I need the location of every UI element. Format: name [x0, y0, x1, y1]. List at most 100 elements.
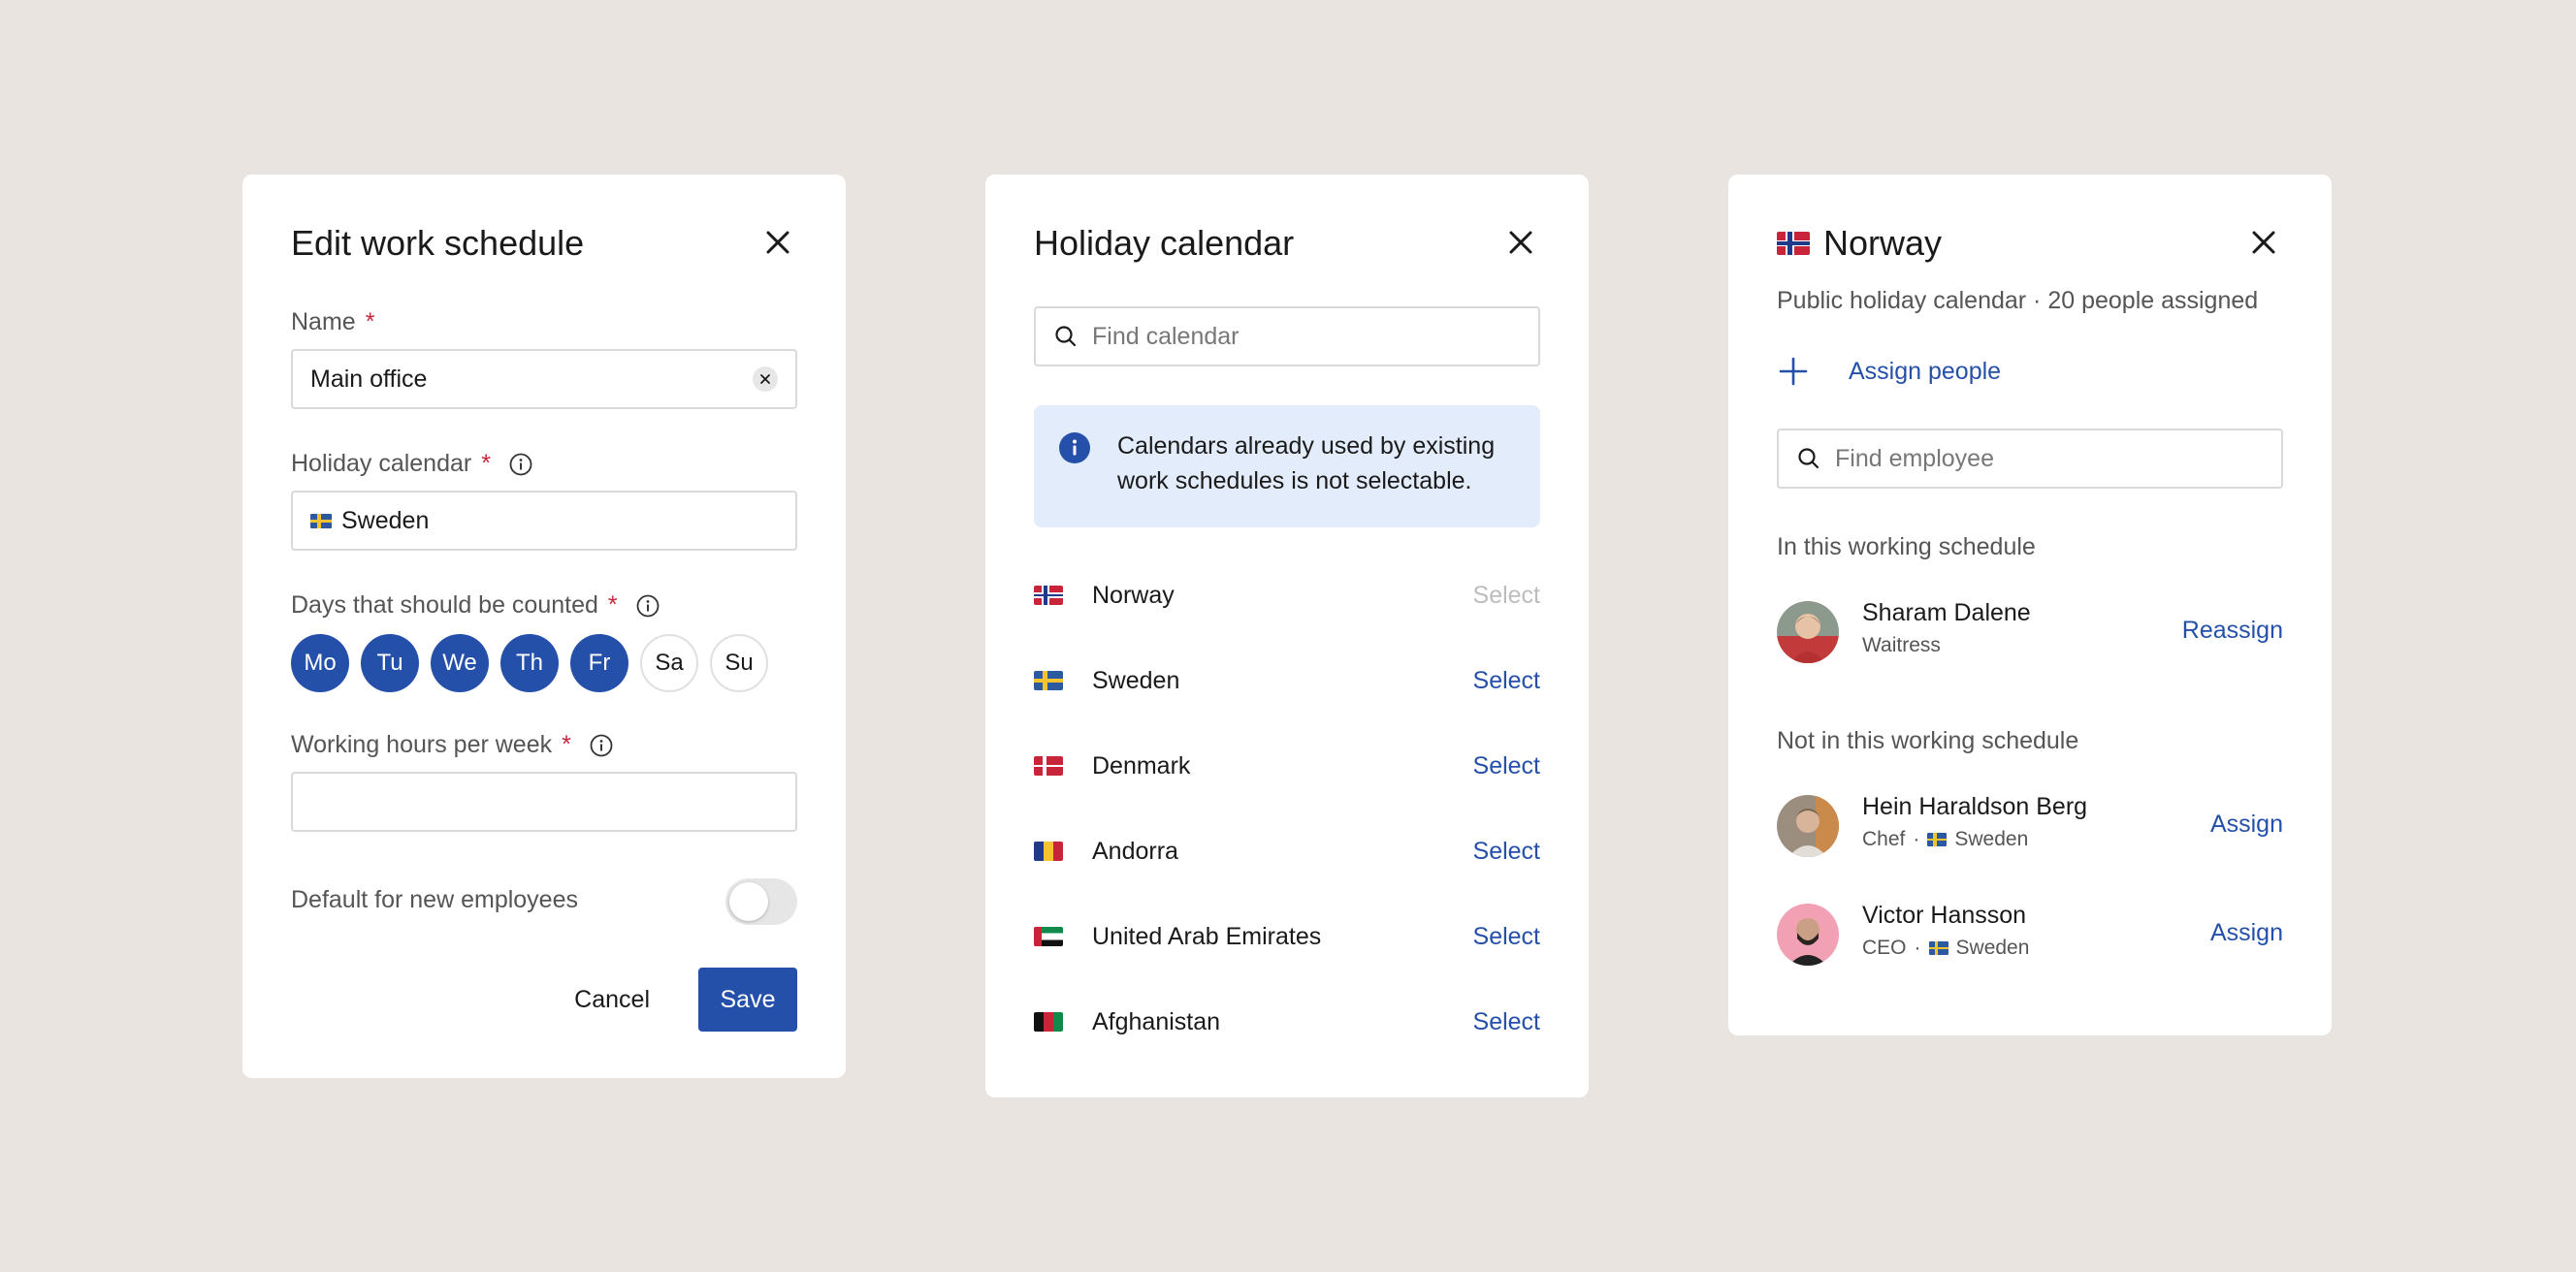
not-in-schedule-label: Not in this working schedule: [1777, 727, 2079, 754]
dialog-title: Norway: [1777, 223, 1942, 264]
plus-icon: [1779, 357, 1808, 386]
required-mark: *: [562, 731, 571, 758]
select-button[interactable]: Select: [1473, 838, 1540, 866]
day-toggle-th[interactable]: Th: [500, 634, 559, 692]
info-icon[interactable]: [635, 593, 660, 619]
name-input-value: Main office: [310, 365, 428, 393]
save-button[interactable]: Save: [698, 968, 797, 1032]
avatar: [1777, 795, 1839, 857]
day-toggle-su[interactable]: Su: [710, 634, 768, 692]
calendar-country: United Arab Emirates: [1092, 922, 1322, 950]
role-separator: ·: [1914, 937, 1921, 959]
info-banner-text: Calendars already used by existing work …: [1117, 432, 1496, 494]
close-icon[interactable]: [2246, 225, 2281, 260]
hours-input[interactable]: [291, 772, 797, 832]
calendar-subtitle: Public holiday calendar · 20 people assi…: [1777, 287, 2259, 314]
person-name: Hein Haraldson Berg: [1862, 793, 2088, 820]
assign-button[interactable]: Assign: [2210, 811, 2283, 839]
info-banner: Calendars already used by existing work …: [1034, 405, 1540, 527]
role-separator: ·: [1913, 828, 1920, 850]
flag-sweden-icon: [1928, 941, 1948, 955]
assign-button[interactable]: Assign: [2210, 919, 2283, 947]
person-country: Sweden: [1955, 937, 2030, 959]
employee-search-input[interactable]: Find employee: [1777, 429, 2283, 489]
person-role-text: CEO: [1862, 937, 1907, 959]
in-schedule-label: In this working schedule: [1777, 533, 2036, 560]
day-toggle-sa[interactable]: Sa: [640, 634, 698, 692]
select-button[interactable]: Select: [1473, 923, 1540, 951]
select-button[interactable]: Select: [1473, 1008, 1540, 1036]
required-mark: *: [365, 308, 375, 335]
calendar-search-input[interactable]: Find calendar: [1034, 306, 1540, 366]
info-icon[interactable]: [589, 733, 614, 758]
flag-norway-icon: [1034, 586, 1063, 605]
select-button[interactable]: Select: [1473, 752, 1540, 780]
flag-afghanistan-icon: [1034, 1012, 1063, 1032]
dialog-title: Edit work schedule: [291, 223, 585, 263]
person-role-text: Chef: [1862, 828, 1906, 850]
day-toggle-tu[interactable]: Tu: [361, 634, 419, 692]
calendar-country: Afghanistan: [1092, 1007, 1221, 1035]
day-toggle-we[interactable]: We: [431, 634, 489, 692]
holiday-calendar-select[interactable]: Sweden: [291, 491, 797, 551]
cancel-button[interactable]: Cancel: [561, 968, 663, 1032]
name-label: Name *: [291, 308, 374, 336]
info-circle-icon: [1059, 432, 1090, 463]
info-icon[interactable]: [508, 452, 533, 477]
search-placeholder: Find employee: [1835, 444, 1994, 472]
flag-andorra-icon: [1034, 842, 1063, 861]
close-icon[interactable]: [1503, 225, 1538, 260]
flag-sweden-icon: [1034, 671, 1063, 690]
day-toggle-fr[interactable]: Fr: [570, 634, 628, 692]
clear-icon[interactable]: [753, 366, 778, 392]
default-employees-toggle[interactable]: [725, 878, 797, 925]
calendar-country: Andorra: [1092, 837, 1178, 865]
flag-norway-icon: [1777, 232, 1810, 255]
dialog-title: Holiday calendar: [1034, 223, 1295, 263]
holiday-calendar-value: Sweden: [341, 506, 430, 534]
search-placeholder: Find calendar: [1092, 322, 1240, 350]
holiday-calendar-label-text: Holiday calendar: [291, 450, 472, 477]
select-button-disabled: Select: [1472, 581, 1540, 609]
day-toggle-mo[interactable]: Mo: [291, 634, 349, 692]
flag-sweden-icon: [1927, 833, 1948, 846]
calendar-country: Sweden: [1092, 666, 1180, 694]
calendar-row-denmark: Denmark Select: [1034, 737, 1540, 795]
hours-label-text: Working hours per week: [291, 731, 553, 758]
calendar-row-andorra: Andorra Select: [1034, 822, 1540, 880]
hours-label: Working hours per week *: [291, 731, 614, 759]
required-mark: *: [481, 450, 491, 477]
default-employees-label: Default for new employees: [291, 886, 578, 913]
avatar: [1777, 904, 1839, 966]
person-row: Victor Hansson CEO · Sweden Assign: [1777, 902, 2283, 966]
norway-calendar-dialog: Norway Public holiday calendar · 20 peop…: [1728, 175, 2332, 1035]
person-name: Sharam Dalene: [1862, 599, 2031, 626]
assign-people-button[interactable]: Assign people: [1777, 355, 2001, 388]
person-row: Sharam Dalene Waitress Reassign: [1777, 599, 2283, 663]
calendar-row-afghanistan: Afghanistan Select: [1034, 993, 1540, 1051]
day-selector: Mo Tu We Th Fr Sa Su: [291, 634, 768, 692]
days-label: Days that should be counted *: [291, 591, 660, 620]
close-icon[interactable]: [760, 225, 795, 260]
flag-denmark-icon: [1034, 756, 1063, 776]
calendar-row-sweden: Sweden Select: [1034, 652, 1540, 710]
person-name: Victor Hansson: [1862, 902, 2027, 929]
flag-sweden-icon: [310, 513, 332, 528]
reassign-button[interactable]: Reassign: [2182, 617, 2283, 645]
assign-people-label: Assign people: [1849, 357, 2002, 385]
person-role: Waitress: [1862, 634, 1941, 657]
name-input[interactable]: Main office: [291, 349, 797, 409]
edit-work-schedule-dialog: Edit work schedule Name * Main office Hol…: [242, 175, 846, 1078]
person-role: CEO · Sweden: [1862, 937, 2029, 960]
calendar-row-uae: United Arab Emirates Select: [1034, 907, 1540, 966]
select-button[interactable]: Select: [1473, 667, 1540, 695]
calendar-country: Norway: [1092, 581, 1175, 609]
flag-uae-icon: [1034, 927, 1063, 946]
avatar: [1777, 601, 1839, 663]
dialog-title-text: Norway: [1823, 223, 1943, 263]
holiday-calendar-dialog: Holiday calendar Find calendar Calendars…: [985, 175, 1589, 1097]
days-label-text: Days that should be counted: [291, 591, 598, 619]
required-mark: *: [607, 591, 618, 619]
toggle-knob: [729, 882, 768, 921]
search-icon: [1055, 326, 1077, 347]
